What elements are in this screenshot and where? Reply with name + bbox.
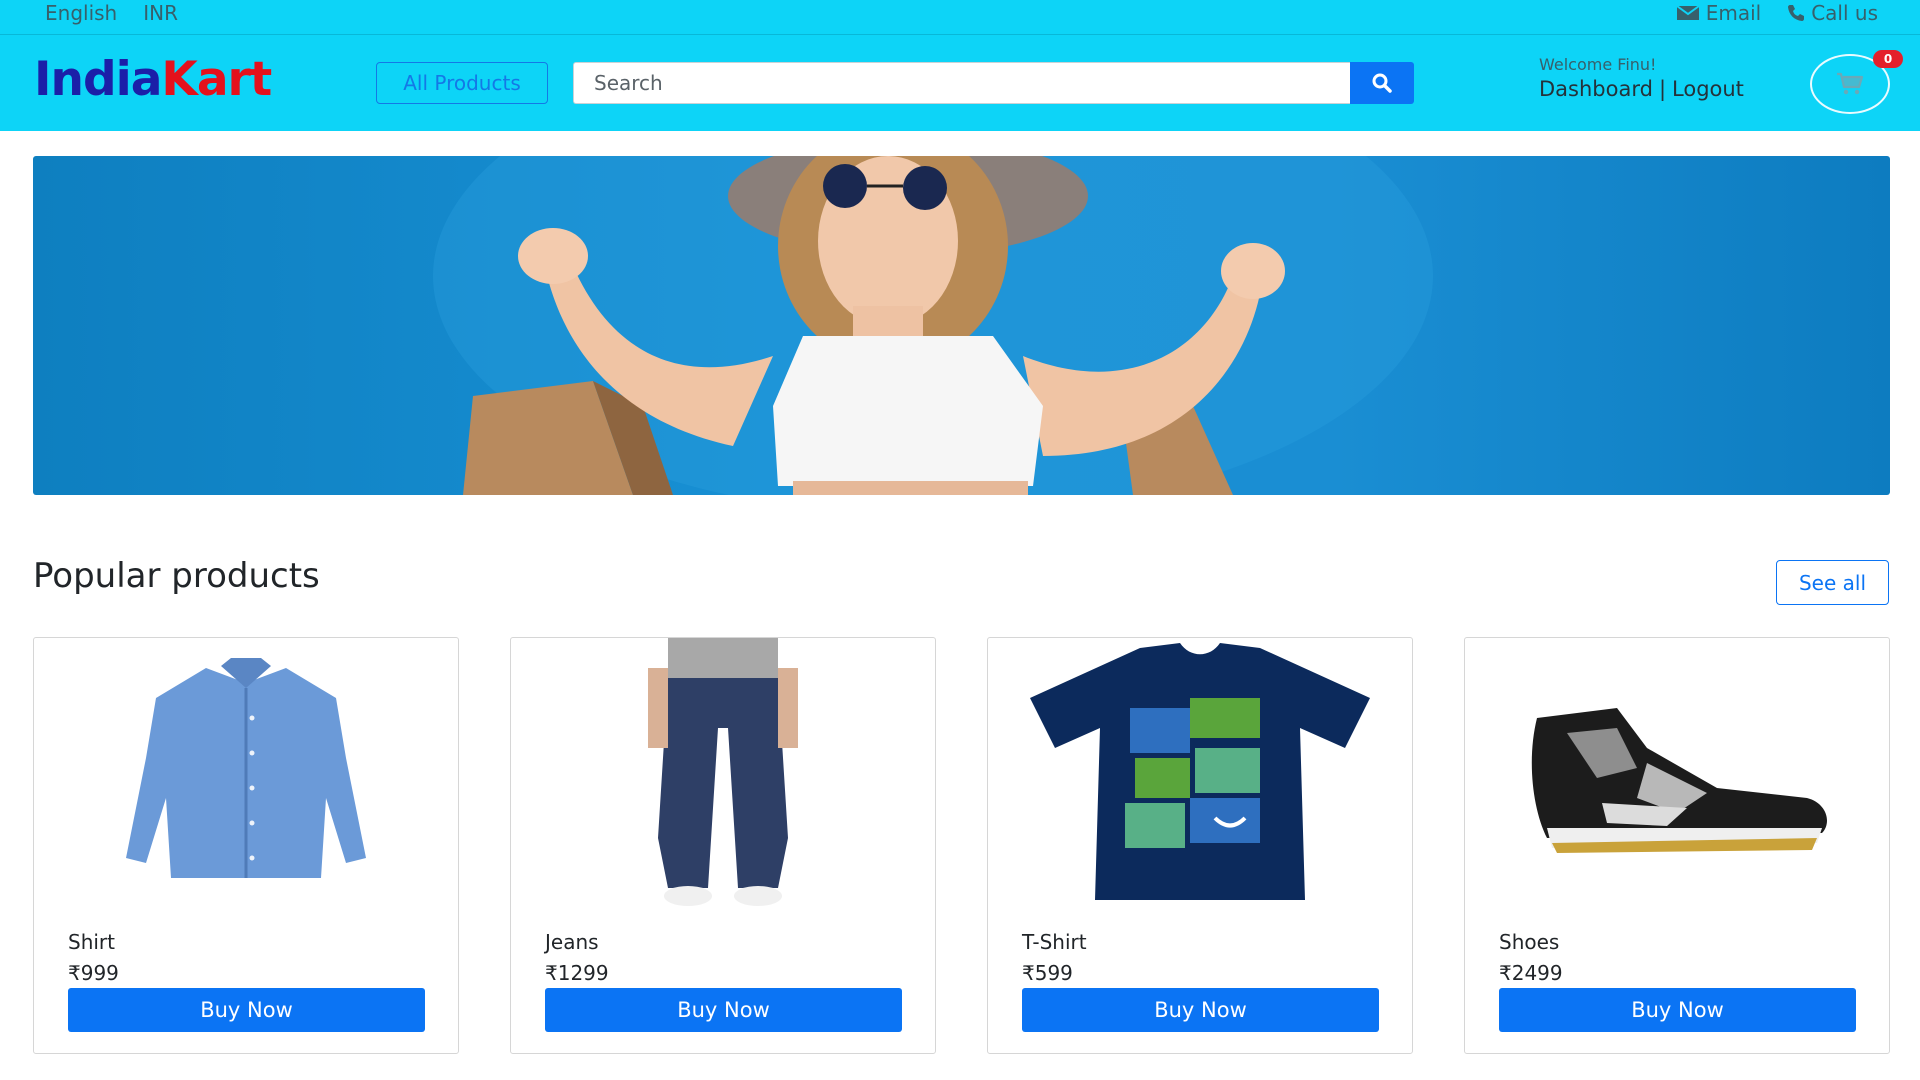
link-separator: | <box>1658 77 1667 101</box>
search-input[interactable] <box>573 62 1350 104</box>
product-card-shirt[interactable]: Shirt ₹999 Buy Now <box>33 637 459 1054</box>
cart-count-badge: 0 <box>1873 50 1903 68</box>
see-all-button[interactable]: See all <box>1776 560 1889 605</box>
locale-group: English INR <box>45 1 178 25</box>
call-link[interactable]: Call us <box>1787 1 1878 25</box>
top-strip: English INR Email Call us <box>0 0 1920 35</box>
buy-now-button[interactable]: Buy Now <box>1022 988 1379 1032</box>
product-name[interactable]: Shirt <box>68 930 115 954</box>
call-label: Call us <box>1811 1 1878 25</box>
email-link[interactable]: Email <box>1676 1 1762 25</box>
language-selector[interactable]: English <box>45 1 117 25</box>
shoes-image <box>1531 708 1827 853</box>
search-bar <box>573 62 1414 104</box>
brand-logo[interactable]: IndiaKart <box>34 56 272 103</box>
product-price: ₹1299 <box>545 961 609 985</box>
account-links: Dashboard | Logout <box>1539 77 1744 101</box>
welcome-text: Welcome Finu! <box>1539 55 1657 74</box>
search-icon <box>1372 73 1392 93</box>
jeans-image <box>648 638 798 906</box>
phone-icon <box>1788 5 1805 21</box>
shopping-cart-icon <box>1837 72 1864 95</box>
email-label: Email <box>1705 1 1762 25</box>
dashboard-link[interactable]: Dashboard <box>1539 77 1653 101</box>
contact-group: Email Call us <box>1676 1 1878 25</box>
all-products-button[interactable]: All Products <box>376 62 548 104</box>
section-title: Popular products <box>33 556 320 596</box>
logo-part-india: India <box>34 52 162 107</box>
product-grid: Shirt ₹999 Buy Now Jeans ₹1299 Buy Now T… <box>33 637 1890 1054</box>
logo-part-kart: Kart <box>161 52 272 107</box>
tshirt-image <box>1030 643 1370 900</box>
product-name[interactable]: Shoes <box>1499 930 1559 954</box>
product-price: ₹2499 <box>1499 961 1563 985</box>
shirt-image <box>126 658 366 878</box>
search-button[interactable] <box>1350 62 1414 104</box>
buy-now-button[interactable]: Buy Now <box>68 988 425 1032</box>
product-name[interactable]: Jeans <box>545 930 599 954</box>
currency-selector[interactable]: INR <box>143 1 178 25</box>
envelope-icon <box>1676 5 1700 20</box>
banner-shopper-image <box>433 156 1433 495</box>
buy-now-button[interactable]: Buy Now <box>1499 988 1856 1032</box>
logout-link[interactable]: Logout <box>1672 77 1744 101</box>
buy-now-button[interactable]: Buy Now <box>545 988 902 1032</box>
product-price: ₹999 <box>68 961 119 985</box>
product-card-tshirt[interactable]: T-Shirt ₹599 Buy Now <box>987 637 1413 1054</box>
main-header: IndiaKart All Products Welcome Finu! Das… <box>0 35 1920 131</box>
product-card-jeans[interactable]: Jeans ₹1299 Buy Now <box>510 637 936 1054</box>
product-price: ₹599 <box>1022 961 1073 985</box>
product-card-shoes[interactable]: Shoes ₹2499 Buy Now <box>1464 637 1890 1054</box>
product-name[interactable]: T-Shirt <box>1022 930 1087 954</box>
hero-banner[interactable] <box>33 156 1890 495</box>
